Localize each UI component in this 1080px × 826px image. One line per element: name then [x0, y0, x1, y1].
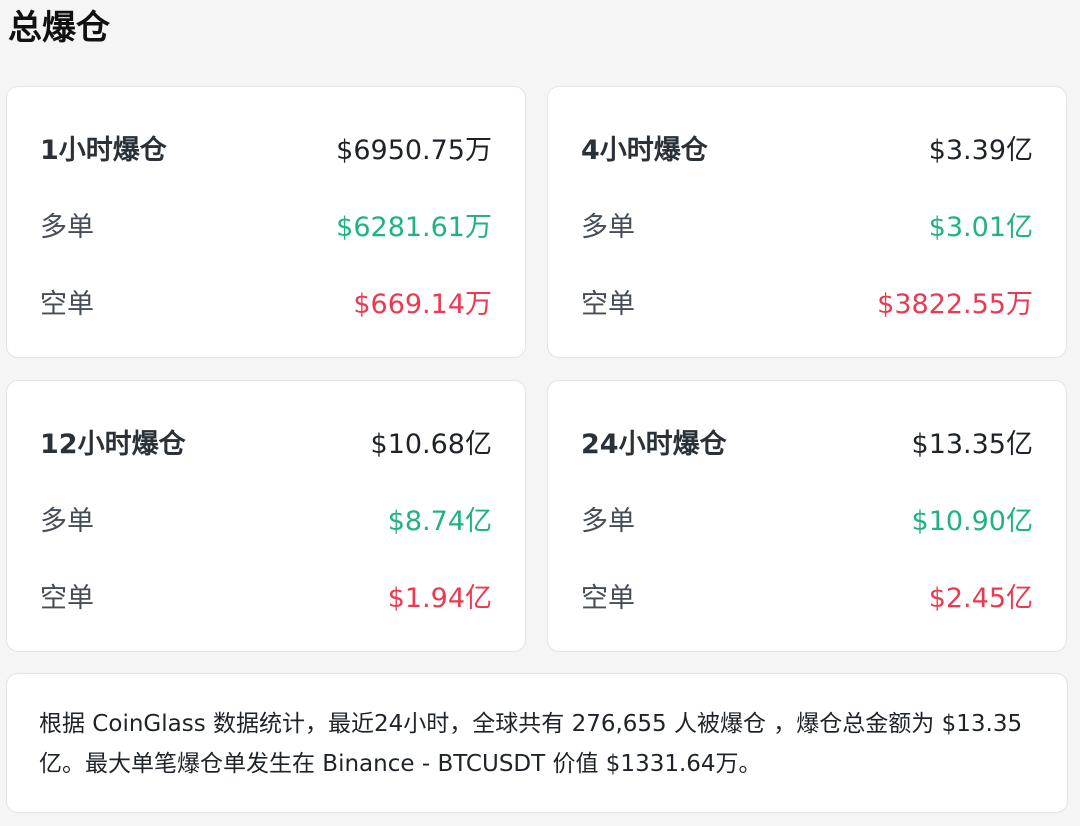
long-label: 多单: [581, 212, 635, 243]
long-label: 多单: [40, 212, 94, 243]
short-label: 空单: [581, 583, 635, 614]
total-value: $10.68亿: [370, 429, 492, 460]
short-label: 空单: [40, 289, 94, 320]
short-value: $3822.55万: [877, 289, 1033, 320]
page-title: 总爆仓: [8, 8, 110, 48]
long-value: $3.01亿: [928, 212, 1033, 243]
total-row: 1小时爆仓 $6950.75万: [40, 131, 492, 171]
summary-text: 根据 CoinGlass 数据统计，最近24小时，全球共有 276,655 人被…: [39, 711, 1023, 777]
short-row: 空单 $1.94亿: [40, 579, 492, 619]
period-label: 24小时爆仓: [581, 429, 727, 460]
period-label: 1小时爆仓: [40, 135, 167, 166]
long-label: 多单: [581, 506, 635, 537]
short-row: 空单 $2.45亿: [581, 579, 1033, 619]
total-value: $3.39亿: [928, 135, 1033, 166]
long-value: $8.74亿: [387, 506, 492, 537]
long-row: 多单 $6281.61万: [40, 208, 492, 248]
short-value: $1.94亿: [387, 583, 492, 614]
short-row: 空单 $669.14万: [40, 285, 492, 325]
period-label: 12小时爆仓: [40, 429, 186, 460]
short-label: 空单: [581, 289, 635, 320]
total-value: $6950.75万: [336, 135, 492, 166]
long-label: 多单: [40, 506, 94, 537]
short-label: 空单: [40, 583, 94, 614]
short-value: $2.45亿: [928, 583, 1033, 614]
liquidation-card-24h: 24小时爆仓 $13.35亿 多单 $10.90亿 空单 $2.45亿: [547, 380, 1067, 652]
long-row: 多单 $10.90亿: [581, 502, 1033, 542]
long-row: 多单 $3.01亿: [581, 208, 1033, 248]
short-value: $669.14万: [353, 289, 492, 320]
total-row: 4小时爆仓 $3.39亿: [581, 131, 1033, 171]
total-row: 24小时爆仓 $13.35亿: [581, 425, 1033, 465]
long-row: 多单 $8.74亿: [40, 502, 492, 542]
total-value: $13.35亿: [911, 429, 1033, 460]
period-label: 4小时爆仓: [581, 135, 708, 166]
total-row: 12小时爆仓 $10.68亿: [40, 425, 492, 465]
long-value: $10.90亿: [911, 506, 1033, 537]
liquidation-card-1h: 1小时爆仓 $6950.75万 多单 $6281.61万 空单 $669.14万: [6, 86, 526, 358]
summary-card: 根据 CoinGlass 数据统计，最近24小时，全球共有 276,655 人被…: [6, 673, 1068, 813]
liquidation-card-4h: 4小时爆仓 $3.39亿 多单 $3.01亿 空单 $3822.55万: [547, 86, 1067, 358]
liquidation-card-12h: 12小时爆仓 $10.68亿 多单 $8.74亿 空单 $1.94亿: [6, 380, 526, 652]
short-row: 空单 $3822.55万: [581, 285, 1033, 325]
long-value: $6281.61万: [336, 212, 492, 243]
